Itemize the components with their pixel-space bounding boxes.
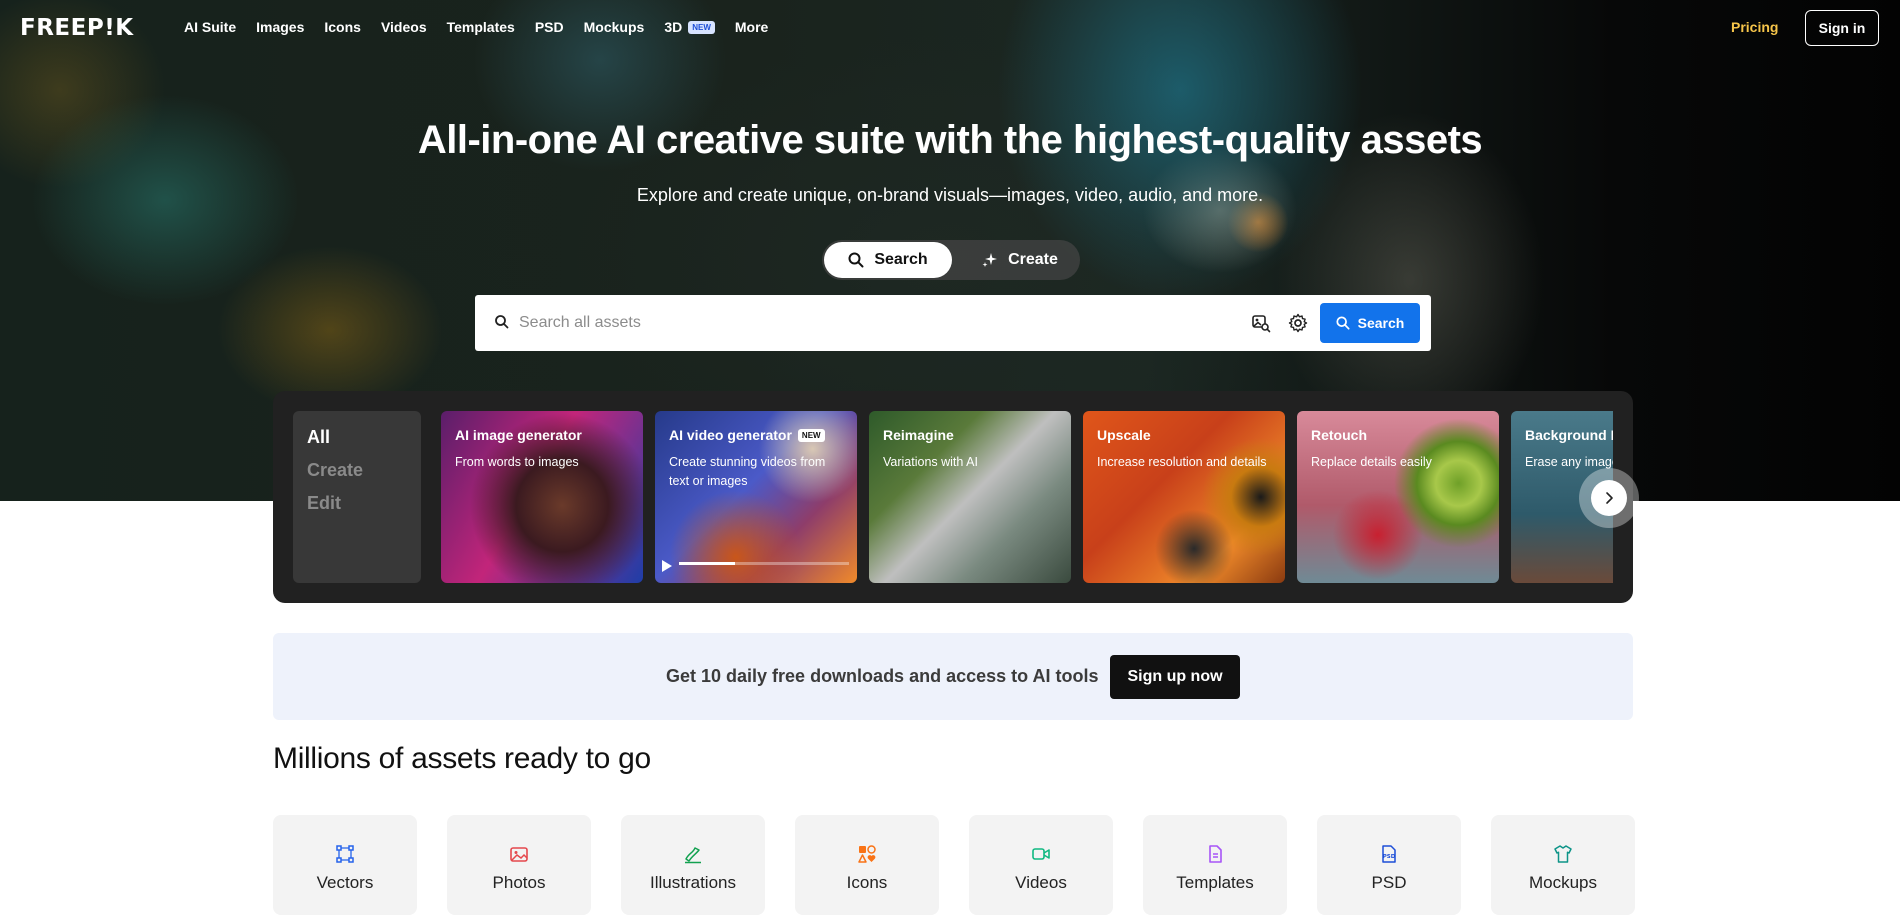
card-description: Replace details easily (1311, 455, 1432, 469)
mode-create-tab[interactable]: Create (970, 242, 1070, 278)
nav-link-3d[interactable]: 3D NEW (664, 19, 715, 35)
psd-icon: PSD (1382, 845, 1396, 863)
asset-label: Mockups (1528, 873, 1598, 892)
card-description: Erase any image background (1525, 455, 1613, 469)
freepik-logo[interactable]: FREEP!K (20, 15, 134, 41)
search-icon (495, 315, 509, 329)
sign-up-button[interactable]: Sign up now (1110, 655, 1240, 699)
mode-search-tab[interactable]: Search (824, 242, 952, 278)
nav-link-icons[interactable]: Icons (324, 19, 361, 35)
asset-label: PSD (1371, 873, 1407, 892)
hero-subtitle: Explore and create unique, on-brand visu… (636, 185, 1264, 205)
tool-card-upscale[interactable]: Upscale Increase resolution and details (1083, 411, 1285, 583)
new-badge: NEW (688, 20, 715, 34)
nav-link-templates[interactable]: Templates (447, 19, 515, 35)
tool-categories: All Create Edit (293, 411, 421, 583)
search-submit-button[interactable]: Search (1320, 303, 1420, 343)
asset-card-mockups[interactable]: Mockups (1491, 815, 1635, 915)
card-title: Upscale (1097, 427, 1151, 443)
nav-link-mockups[interactable]: Mockups (584, 19, 645, 35)
tool-category-create[interactable]: Create (307, 460, 407, 481)
card-description: Create stunning videos from text or imag… (669, 455, 826, 488)
card-title: Background Remover (1525, 427, 1613, 443)
gear-icon[interactable] (1288, 313, 1308, 333)
mode-toggle: Search Create (822, 240, 1080, 280)
icons-icon (858, 845, 876, 863)
tool-category-edit[interactable]: Edit (307, 493, 407, 514)
card-description: Variations with AI (883, 455, 978, 469)
carousel-next-button[interactable] (1591, 480, 1627, 516)
asset-label: Photos (492, 873, 546, 892)
asset-label: Videos (1015, 873, 1067, 892)
asset-label: Templates (1176, 873, 1254, 892)
chevron-right-icon (1606, 492, 1613, 504)
signup-banner: Get 10 daily free downloads and access t… (273, 633, 1633, 720)
asset-card-photos[interactable]: Photos (447, 815, 591, 915)
pricing-link[interactable]: Pricing (1731, 19, 1778, 35)
card-description: Increase resolution and details (1097, 455, 1267, 469)
nav-link-videos[interactable]: Videos (381, 19, 427, 35)
search-icon (848, 252, 864, 268)
tool-card-reimagine[interactable]: Reimagine Variations with AI (869, 411, 1071, 583)
play-icon[interactable] (661, 559, 673, 573)
tool-card-ai-video-generator[interactable]: AI video generator NEW Create stunning vi… (655, 411, 857, 583)
illustrations-icon (685, 847, 701, 864)
asset-card-psd[interactable]: PSD PSD (1317, 815, 1461, 915)
videos-icon (1032, 848, 1050, 860)
video-progress-fill (679, 562, 736, 565)
nav-link-images[interactable]: Images (256, 19, 304, 35)
asset-card-illustrations[interactable]: Illustrations (621, 815, 765, 915)
asset-label: Icons (846, 873, 888, 892)
tool-card-ai-image-generator[interactable]: AI image generator From words to images (441, 411, 643, 583)
tool-cards: AI image generator From words to images … (441, 411, 1613, 583)
templates-icon (1209, 845, 1222, 863)
assets-section-title: Millions of assets ready to go (273, 742, 651, 775)
asset-categories: Vectors Photos Illustrations Icons Video… (273, 815, 1635, 915)
asset-card-icons[interactable]: Icons (795, 815, 939, 915)
signup-banner-text: Get 10 daily free downloads and access t… (666, 666, 1099, 686)
asset-card-vectors[interactable]: Vectors (273, 815, 417, 915)
search-input[interactable] (519, 305, 1239, 341)
top-navigation: FREEP!K AI Suite Images Icons Videos Tem… (0, 0, 1900, 56)
sparkle-icon (982, 253, 998, 267)
sign-in-button[interactable]: Sign in (1805, 10, 1879, 46)
nav-link-more[interactable]: More (735, 19, 768, 35)
vectors-icon (336, 845, 354, 863)
svg-text:PSD: PSD (1383, 854, 1396, 860)
nav-link-ai-suite[interactable]: AI Suite (184, 19, 236, 35)
card-title: AI video generator (669, 427, 792, 443)
nav-links: AI Suite Images Icons Videos Templates P… (184, 19, 768, 35)
asset-label: Vectors (316, 873, 374, 892)
card-title: Reimagine (883, 427, 954, 443)
asset-card-templates[interactable]: Templates (1143, 815, 1287, 915)
image-search-icon[interactable] (1251, 313, 1271, 333)
mockups-icon (1554, 845, 1572, 863)
search-icon (1336, 316, 1350, 330)
tool-card-retouch[interactable]: Retouch Replace details easily (1297, 411, 1499, 583)
nav-link-psd[interactable]: PSD (535, 19, 564, 35)
card-title: Retouch (1311, 427, 1367, 443)
asset-label: Illustrations (650, 873, 736, 892)
tool-category-all[interactable]: All (307, 427, 407, 448)
ai-tools-panel: All Create Edit AI image generator From … (273, 391, 1633, 603)
search-bar: Search (475, 295, 1431, 351)
card-description: From words to images (455, 455, 579, 469)
hero-title: All-in-one AI creative suite with the hi… (417, 118, 1483, 162)
video-progress-bar[interactable] (679, 562, 849, 565)
card-title: AI image generator (455, 427, 582, 443)
new-badge: NEW (797, 428, 825, 442)
asset-card-videos[interactable]: Videos (969, 815, 1113, 915)
photos-icon (510, 847, 528, 862)
